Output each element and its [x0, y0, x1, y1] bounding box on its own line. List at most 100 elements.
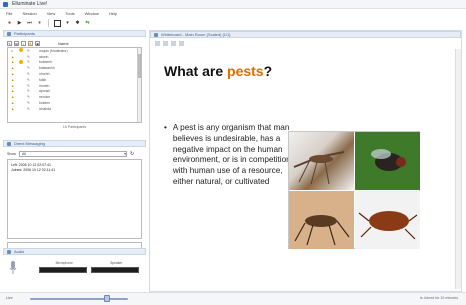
status-icon	[19, 48, 23, 53]
next-page-icon[interactable]	[171, 40, 176, 46]
participant-name: mojoin (Moderator)	[39, 48, 68, 53]
microphone-label: Microphone	[55, 261, 73, 265]
left-panel: Participants ✎ ▤ ♪ ✋ ▣ Name ♦ ✎ mojoin (…	[3, 30, 146, 292]
participants-list: ♦ ✎ mojoin (Moderator) ▲ ✎ aborin ▲ ✎ bobb…	[7, 47, 142, 123]
show-filter-row: Show All ▾ ↻	[7, 150, 142, 157]
slide-bullet-text: A pest is any organism that man believes…	[172, 123, 291, 186]
participants-title: Participants	[14, 31, 35, 36]
participant-icon: ▲	[11, 106, 15, 111]
fast-forward-icon[interactable]: ⏭	[26, 20, 33, 27]
participants-scrollbar[interactable]	[137, 48, 141, 122]
menu-bar: File Session View Tools Window Help	[0, 10, 466, 17]
main-toolbar: ● ▶ ⏭ ⏸ ▾ ✱ ⇆	[0, 18, 120, 28]
edit-icon: ✎	[27, 72, 30, 77]
slide-heading-accent: pests	[227, 63, 264, 79]
hand-icon[interactable]: ✋	[28, 41, 33, 46]
settings-icon[interactable]: ✱	[74, 20, 81, 27]
status-bar: Live Is Joined for 10 minutes	[0, 292, 466, 305]
participants-header[interactable]: Participants	[3, 30, 146, 37]
participant-icon: ▲	[11, 83, 15, 88]
participant-icon: ▲	[11, 77, 15, 82]
participant-icon: ▲	[11, 95, 15, 100]
messaging-icon	[7, 141, 11, 146]
prev-page-icon[interactable]	[163, 40, 168, 46]
layout-icon[interactable]	[54, 19, 61, 27]
slide-heading: What are pests?	[164, 63, 272, 79]
slide-canvas[interactable]: What are pests? • A pest is any organism…	[152, 49, 452, 289]
speaker-label: Speaker	[110, 261, 123, 265]
status-text: Is Joined for 10 minutes	[419, 296, 458, 300]
participant-name: aponsh	[39, 89, 51, 94]
volume-slider-knob[interactable]	[104, 295, 110, 302]
play-icon[interactable]: ▶	[16, 20, 23, 27]
audio-labels: Microphone Speaker	[37, 261, 141, 265]
permission-icon[interactable]: ✎	[7, 41, 12, 46]
menu-tools[interactable]: Tools	[65, 11, 74, 16]
pest-image-collage	[288, 131, 420, 249]
edit-icon: ✎	[27, 106, 30, 111]
show-label: Show	[7, 151, 16, 156]
menu-window[interactable]: Window	[85, 11, 99, 16]
bullet-icon: •	[164, 123, 167, 132]
show-select[interactable]: All ▾	[19, 150, 127, 157]
audio-header[interactable]: Audio	[3, 248, 146, 255]
slide-heading-prefix: What are	[164, 63, 228, 79]
volume-slider-track[interactable]	[30, 298, 128, 300]
menu-file[interactable]: File	[6, 11, 12, 16]
message-log: Left: 2006 10 12 02:07:41 Joined: 2006 1…	[7, 159, 142, 239]
cockroach-image	[355, 191, 420, 249]
title-bar: Elluminate Live!	[0, 0, 466, 9]
participant-icon: ▲	[11, 72, 15, 77]
window-title: Elluminate Live!	[12, 1, 48, 7]
edit-icon: ✎	[27, 95, 30, 100]
whiteboard-scrollbar[interactable]	[455, 49, 461, 289]
last-page-icon[interactable]	[179, 40, 184, 46]
name-column-header[interactable]: Name	[58, 41, 69, 46]
messaging-header[interactable]: Direct Messaging	[3, 140, 146, 147]
participants-toolbar: ✎ ▤ ♪ ✋ ▣ Name	[7, 40, 142, 47]
refresh-icon[interactable]: ↻	[130, 151, 134, 157]
slider-label: Live	[6, 296, 13, 300]
participant-name: ohnrhh	[39, 72, 50, 77]
scroll-thumb[interactable]	[138, 54, 141, 78]
whiteboard-header[interactable]: Whiteboard - Main Room (Scaled) [1/1]	[150, 31, 461, 38]
audio-icon[interactable]: ♪	[21, 41, 26, 46]
participant-count: 15 Participants	[62, 125, 87, 129]
participant-name: aborin	[39, 54, 49, 59]
whiteboard-icon	[154, 32, 158, 37]
participants-icon	[7, 31, 11, 36]
first-page-icon[interactable]	[155, 40, 160, 46]
app-logo-icon	[3, 1, 8, 7]
messaging-title: Direct Messaging	[14, 141, 45, 146]
menu-session[interactable]: Session	[22, 11, 36, 16]
speaker-meter	[91, 267, 139, 273]
menu-help[interactable]: Help	[109, 11, 117, 16]
participant-name: bdawanhh	[39, 66, 55, 71]
slide-heading-suffix: ?	[263, 63, 273, 79]
toolbar-divider	[48, 19, 49, 27]
record-icon[interactable]: ●	[6, 20, 13, 27]
list-item[interactable]: ▲ ✎ ichabda	[8, 106, 141, 112]
audio-panel-icon	[7, 249, 11, 254]
whiteboard-toolbar	[151, 39, 462, 47]
participant-name: moneh	[39, 83, 50, 88]
participants-panel: Participants ✎ ▤ ♪ ✋ ▣ Name ♦ ✎ mojoin (…	[3, 30, 146, 133]
chat-icon[interactable]: ▤	[14, 41, 19, 46]
edit-icon: ✎	[27, 101, 30, 106]
share-icon[interactable]: ⇆	[84, 20, 91, 27]
audio-panel: Audio Microphone Speaker	[3, 248, 146, 292]
edit-icon: ✎	[27, 54, 30, 59]
pause-icon[interactable]: ⏸	[36, 20, 43, 27]
participant-name: bobbenh	[39, 60, 53, 65]
edit-icon: ✎	[27, 66, 30, 71]
participant-name: ichabda	[39, 106, 51, 111]
video-icon[interactable]: ▣	[35, 41, 40, 46]
slide-bullet: • A pest is any organism that man believ…	[164, 123, 302, 188]
participant-name: boldmn	[39, 101, 51, 106]
menu-view[interactable]: View	[47, 11, 56, 16]
participant-icon: ▲	[11, 89, 15, 94]
edit-icon: ✎	[27, 60, 30, 65]
microphone-icon[interactable]	[9, 260, 17, 276]
dropdown-icon[interactable]: ▾	[64, 20, 71, 27]
chevron-down-icon: ▾	[124, 151, 126, 156]
